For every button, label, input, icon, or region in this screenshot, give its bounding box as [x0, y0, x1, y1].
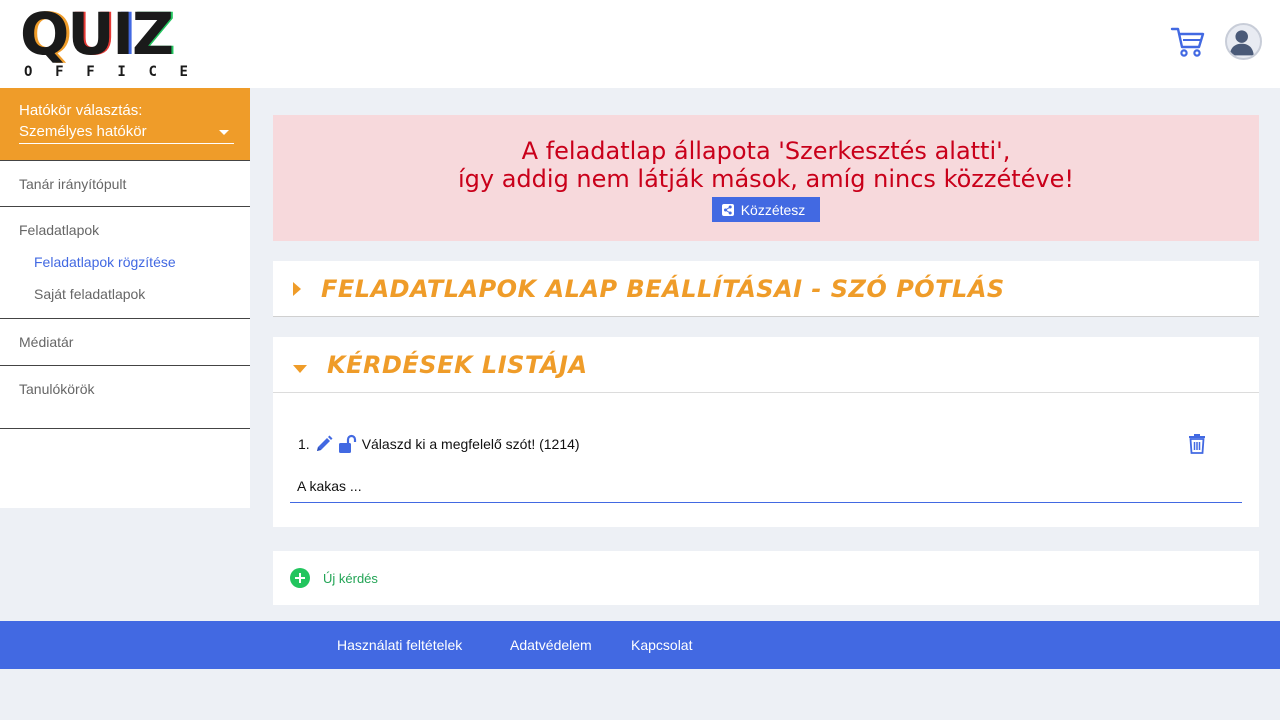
question-text[interactable]: Válaszd ki a megfelelő szót! (1214)	[362, 436, 580, 452]
logo-letter-i: I	[112, 0, 134, 68]
sidebar-item-worksheets[interactable]: Feladatlapok	[0, 207, 250, 254]
publish-button-label: Közzétesz	[740, 201, 806, 218]
alert-line-2: így addig nem látják mások, amíg nincs k…	[457, 165, 1075, 193]
questions-panel-title: KÉRDÉSEK LISTÁJA	[327, 350, 588, 379]
user-avatar-icon[interactable]	[1225, 23, 1262, 60]
trash-icon[interactable]	[1187, 433, 1207, 455]
answer-field[interactable]: A kakas ...	[290, 477, 1242, 503]
footer: Használati feltételek Adatvédelem Kapcso…	[0, 621, 1280, 669]
sidebar: Hatókör választás: Személyes hatókör Tan…	[0, 88, 250, 508]
new-question-button[interactable]: Új kérdés	[323, 571, 378, 586]
logo-sub-letter: O	[24, 64, 33, 80]
settings-panel: FELADATLAPOK ALAP BEÁLLÍTÁSAI - SZÓ PÓTL…	[273, 261, 1259, 317]
scope-dropdown[interactable]: Személyes hatókör	[19, 122, 234, 144]
shopping-cart-icon[interactable]	[1170, 24, 1206, 60]
plus-circle-icon[interactable]	[290, 568, 310, 588]
sidebar-item-record-worksheets[interactable]: Feladatlapok rögzítése	[0, 254, 250, 286]
unlock-icon[interactable]	[338, 434, 358, 454]
scope-selector: Hatókör választás: Személyes hatókör	[0, 88, 250, 160]
top-header: Q U I Z O F F I C E	[0, 0, 1280, 88]
chevron-down-icon	[219, 130, 229, 135]
questions-panel: KÉRDÉSEK LISTÁJA 1. Válaszd ki a megfele…	[273, 337, 1259, 527]
status-alert: A feladatlap állapota 'Szerkesztés alatt…	[273, 115, 1259, 241]
publish-button[interactable]: Közzétesz	[711, 197, 821, 222]
share-icon	[721, 203, 734, 216]
new-question-bar: Új kérdés	[273, 551, 1259, 605]
settings-panel-title: FELADATLAPOK ALAP BEÁLLÍTÁSAI - SZÓ PÓTL…	[321, 274, 1005, 303]
scope-value: Személyes hatókör	[19, 123, 147, 140]
question-row: 1. Válaszd ki a megfelelő szót! (1214)	[298, 434, 580, 454]
expand-arrow-icon	[293, 281, 301, 296]
sidebar-item-my-worksheets[interactable]: Saját feladatlapok	[0, 286, 250, 318]
avatar-silhouette-icon	[1229, 30, 1254, 56]
logo-sub-letter: C	[148, 64, 157, 80]
logo-letter-u: U	[67, 0, 114, 68]
logo-letter-q: Q	[20, 0, 69, 68]
question-number: 1.	[298, 436, 310, 452]
footer-link-terms[interactable]: Használati feltételek	[337, 621, 462, 669]
logo-letter-z: Z	[132, 0, 174, 68]
settings-panel-header[interactable]: FELADATLAPOK ALAP BEÁLLÍTÁSAI - SZÓ PÓTL…	[273, 261, 1259, 317]
sidebar-item-learning-circles[interactable]: Tanulókörök	[0, 366, 250, 429]
quiz-office-logo[interactable]: Q U I Z O F F I C E	[20, 0, 192, 82]
logo-sub-letter: F	[86, 64, 95, 80]
footer-link-privacy[interactable]: Adatvédelem	[510, 621, 592, 669]
logo-sub-letter: I	[117, 64, 126, 80]
logo-sub-letter: F	[55, 64, 64, 80]
logo-sub-letter: E	[179, 64, 188, 80]
scope-label: Hatókör választás:	[19, 102, 143, 119]
sidebar-item-media-library[interactable]: Médiatár	[0, 319, 250, 366]
sidebar-item-teacher-dashboard[interactable]: Tanár irányítópult	[0, 160, 250, 207]
collapse-arrow-icon	[293, 364, 307, 373]
footer-link-contact[interactable]: Kapcsolat	[631, 621, 692, 669]
alert-line-1: A feladatlap állapota 'Szerkesztés alatt…	[521, 137, 1011, 165]
sidebar-group-worksheets: Feladatlapok Feladatlapok rögzítése Sajá…	[0, 207, 250, 319]
pencil-icon[interactable]	[314, 434, 334, 454]
questions-panel-header[interactable]: KÉRDÉSEK LISTÁJA	[273, 337, 1259, 393]
logo-wordmark: Q U I Z	[20, 0, 192, 68]
